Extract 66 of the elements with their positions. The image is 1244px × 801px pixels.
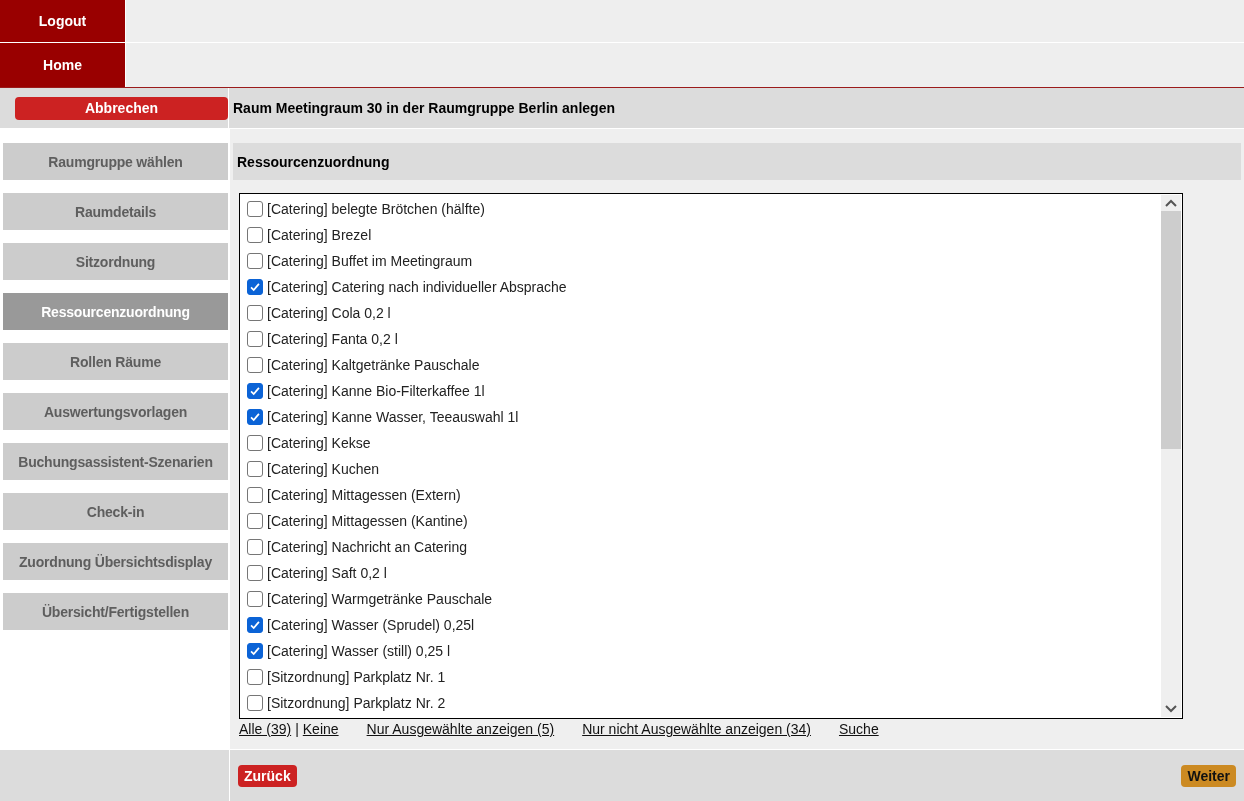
resource-label: [Catering] Wasser (Sprudel) 0,25l bbox=[267, 617, 475, 633]
select-none-link[interactable]: Keine bbox=[302, 721, 339, 737]
checkbox[interactable] bbox=[247, 279, 263, 295]
checkbox[interactable] bbox=[247, 591, 263, 607]
checkbox[interactable] bbox=[247, 617, 263, 633]
checkbox[interactable] bbox=[247, 201, 263, 217]
next-button[interactable]: Weiter bbox=[1181, 764, 1236, 787]
checkbox[interactable] bbox=[247, 539, 263, 555]
scroll-down-icon[interactable] bbox=[1165, 705, 1177, 713]
resource-label: [Catering] belegte Brötchen (hälfte) bbox=[267, 201, 485, 217]
resource-label: [Catering] Buffet im Meetingraum bbox=[267, 253, 473, 269]
checkbox[interactable] bbox=[247, 331, 263, 347]
resource-label: [Catering] Nachricht an Catering bbox=[267, 539, 467, 555]
resource-label: [Catering] Kekse bbox=[267, 435, 371, 451]
checkbox[interactable] bbox=[247, 461, 263, 477]
resource-label: [Catering] Saft 0,2 l bbox=[267, 565, 387, 581]
resource-label: [Catering] Kaltgetränke Pauschale bbox=[267, 357, 480, 373]
checkbox[interactable] bbox=[247, 409, 263, 425]
checkbox[interactable] bbox=[247, 435, 263, 451]
checkbox[interactable] bbox=[247, 669, 263, 685]
section-title: Ressourcenzuordnung bbox=[233, 143, 1241, 180]
wizard-step[interactable]: Auswertungsvorlagen bbox=[3, 393, 228, 430]
resource-label: [Catering] Catering nach individueller Absprache bbox=[267, 279, 567, 295]
checkbox[interactable] bbox=[247, 383, 263, 399]
scrollbar[interactable] bbox=[1161, 195, 1181, 717]
resource-label: [Catering] Kanne Bio-Filterkaffee 1l bbox=[267, 383, 485, 399]
resource-label: [Sitzordnung] Parkplatz Nr. 1 bbox=[267, 669, 446, 685]
select-all-link[interactable]: Alle (39) bbox=[239, 721, 292, 737]
checkbox[interactable] bbox=[247, 305, 263, 321]
resource-label: [Catering] Wasser (still) 0,25 l bbox=[267, 643, 451, 659]
resource-label: [Catering] Brezel bbox=[267, 227, 372, 243]
wizard-step[interactable]: Ressourcenzuordnung bbox=[3, 293, 228, 330]
resource-label: [Catering] Cola 0,2 l bbox=[267, 305, 391, 321]
show-selected-link[interactable]: Nur Ausgewählte anzeigen (5) bbox=[366, 721, 555, 737]
scroll-up-icon[interactable] bbox=[1165, 199, 1177, 207]
checkbox[interactable] bbox=[247, 357, 263, 373]
nav-link[interactable]: Home bbox=[0, 43, 125, 87]
wizard-step[interactable]: Übersicht/Fertigstellen bbox=[3, 593, 228, 630]
search-link[interactable]: Suche bbox=[838, 721, 879, 737]
nav-link[interactable]: Logout bbox=[0, 0, 125, 42]
resource-label: [Catering] Kanne Wasser, Teeauswahl 1l bbox=[267, 409, 519, 425]
wizard-step[interactable]: Check-in bbox=[3, 493, 228, 530]
wizard-step[interactable]: Sitzordnung bbox=[3, 243, 228, 280]
checkbox[interactable] bbox=[247, 253, 263, 269]
resource-label: [Catering] Kuchen bbox=[267, 461, 380, 477]
checkbox[interactable] bbox=[247, 643, 263, 659]
resource-label: [Catering] Mittagessen (Kantine) bbox=[267, 513, 468, 529]
checkbox[interactable] bbox=[247, 513, 263, 529]
separator: | bbox=[295, 721, 299, 737]
wizard-step[interactable]: Raumdetails bbox=[3, 193, 228, 230]
wizard-step[interactable]: Rollen Räume bbox=[3, 343, 228, 380]
wizard-step[interactable]: Raumgruppe wählen bbox=[3, 143, 228, 180]
cancel-button[interactable]: Abbrechen bbox=[15, 96, 228, 120]
page-title: Raum Meetingraum 30 in der Raumgruppe Berlin anlegen bbox=[229, 88, 1244, 128]
checkbox[interactable] bbox=[247, 487, 263, 503]
wizard-step[interactable]: Zuordnung Übersichtsdisplay bbox=[3, 543, 228, 580]
show-unselected-link[interactable]: Nur nicht Ausgewählte anzeigen (34) bbox=[582, 721, 811, 737]
checkbox[interactable] bbox=[247, 565, 263, 581]
resource-label: [Catering] Warmgetränke Pauschale bbox=[267, 591, 493, 607]
resource-label: [Sitzordnung] Parkplatz Nr. 2 bbox=[267, 695, 446, 711]
resource-label: [Catering] Fanta 0,2 l bbox=[267, 331, 398, 347]
checkbox[interactable] bbox=[247, 227, 263, 243]
checkbox[interactable] bbox=[247, 695, 263, 711]
back-button[interactable]: Zurück bbox=[238, 764, 297, 787]
resource-label: [Catering] Mittagessen (Extern) bbox=[267, 487, 461, 503]
wizard-step[interactable]: Buchungsassistent-Szenarien bbox=[3, 443, 228, 480]
